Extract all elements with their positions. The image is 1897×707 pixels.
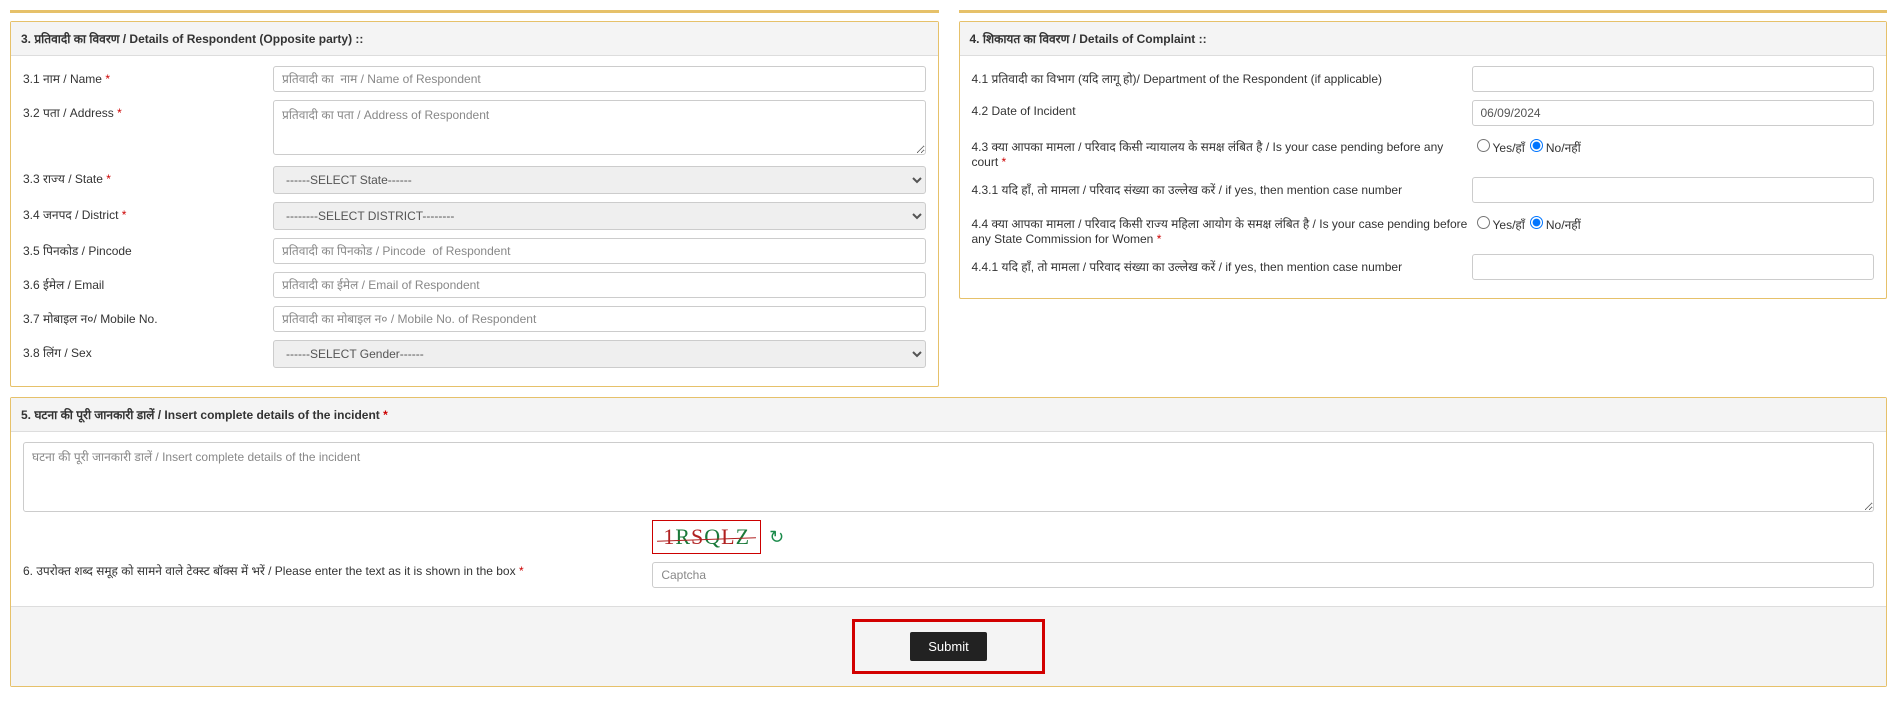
submit-highlight: Submit <box>852 619 1044 674</box>
incident-details-textarea[interactable] <box>23 442 1874 512</box>
label-state: 3.3 राज्य / State <box>23 172 103 186</box>
label-district: 3.4 जनपद / District <box>23 208 118 222</box>
label-name: 3.1 नाम / Name <box>23 72 102 86</box>
label-court-pending: 4.3 क्या आपका मामला / परिवाद किसी न्याया… <box>972 140 1444 169</box>
respondent-name-input[interactable] <box>273 66 926 92</box>
respondent-mobile-input[interactable] <box>273 306 926 332</box>
court-yes-radio[interactable] <box>1477 139 1490 152</box>
respondent-panel: 3. प्रतिवादी का विवरण / Details of Respo… <box>10 21 939 387</box>
label-sex: 3.8 लिंग / Sex <box>23 346 92 360</box>
label-mobile: 3.7 मोबाइल न०/ Mobile No. <box>23 312 158 326</box>
label-pincode: 3.5 पिनकोड / Pincode <box>23 244 132 258</box>
label-captcha: 6. उपरोक्त शब्द समूह को सामने वाले टेक्स… <box>23 564 516 578</box>
label-commission-case: 4.4.1 यदि हाँ, तो मामला / परिवाद संख्या … <box>972 260 1403 274</box>
captcha-input[interactable] <box>652 562 1874 588</box>
incident-heading: 5. घटना की पूरी जानकारी डालें / Insert c… <box>21 408 380 422</box>
respondent-sex-select[interactable]: ------SELECT Gender------ <box>273 340 926 368</box>
label-date-incident: 4.2 Date of Incident <box>972 104 1076 118</box>
respondent-district-select[interactable]: --------SELECT DISTRICT-------- <box>273 202 926 230</box>
label-court-case: 4.3.1 यदि हाँ, तो मामला / परिवाद संख्या … <box>972 183 1403 197</box>
refresh-captcha-icon[interactable]: ↻ <box>769 527 784 548</box>
complaint-heading: 4. शिकायत का विवरण / Details of Complain… <box>960 22 1887 56</box>
complaint-panel: 4. शिकायत का विवरण / Details of Complain… <box>959 21 1888 299</box>
captcha-image: 1RSQLZ <box>652 520 761 554</box>
commission-no-radio[interactable] <box>1530 216 1543 229</box>
respondent-address-input[interactable] <box>273 100 926 155</box>
label-commission-pending: 4.4 क्या आपका मामला / परिवाद किसी राज्य … <box>972 217 1468 246</box>
court-case-input[interactable] <box>1472 177 1875 203</box>
label-email: 3.6 ईमेल / Email <box>23 278 104 292</box>
respondent-pincode-input[interactable] <box>273 238 926 264</box>
department-input[interactable] <box>1472 66 1875 92</box>
commission-case-input[interactable] <box>1472 254 1875 280</box>
court-no-radio[interactable] <box>1530 139 1543 152</box>
label-address: 3.2 पता / Address <box>23 106 114 120</box>
incident-panel: 5. घटना की पूरी जानकारी डालें / Insert c… <box>10 397 1887 687</box>
submit-button[interactable]: Submit <box>910 632 986 661</box>
commission-yes-radio[interactable] <box>1477 216 1490 229</box>
respondent-state-select[interactable]: ------SELECT State------ <box>273 166 926 194</box>
respondent-email-input[interactable] <box>273 272 926 298</box>
respondent-heading: 3. प्रतिवादी का विवरण / Details of Respo… <box>11 22 938 56</box>
date-incident-input[interactable] <box>1472 100 1875 126</box>
label-department: 4.1 प्रतिवादी का विभाग (यदि लागू हो)/ De… <box>972 72 1383 86</box>
